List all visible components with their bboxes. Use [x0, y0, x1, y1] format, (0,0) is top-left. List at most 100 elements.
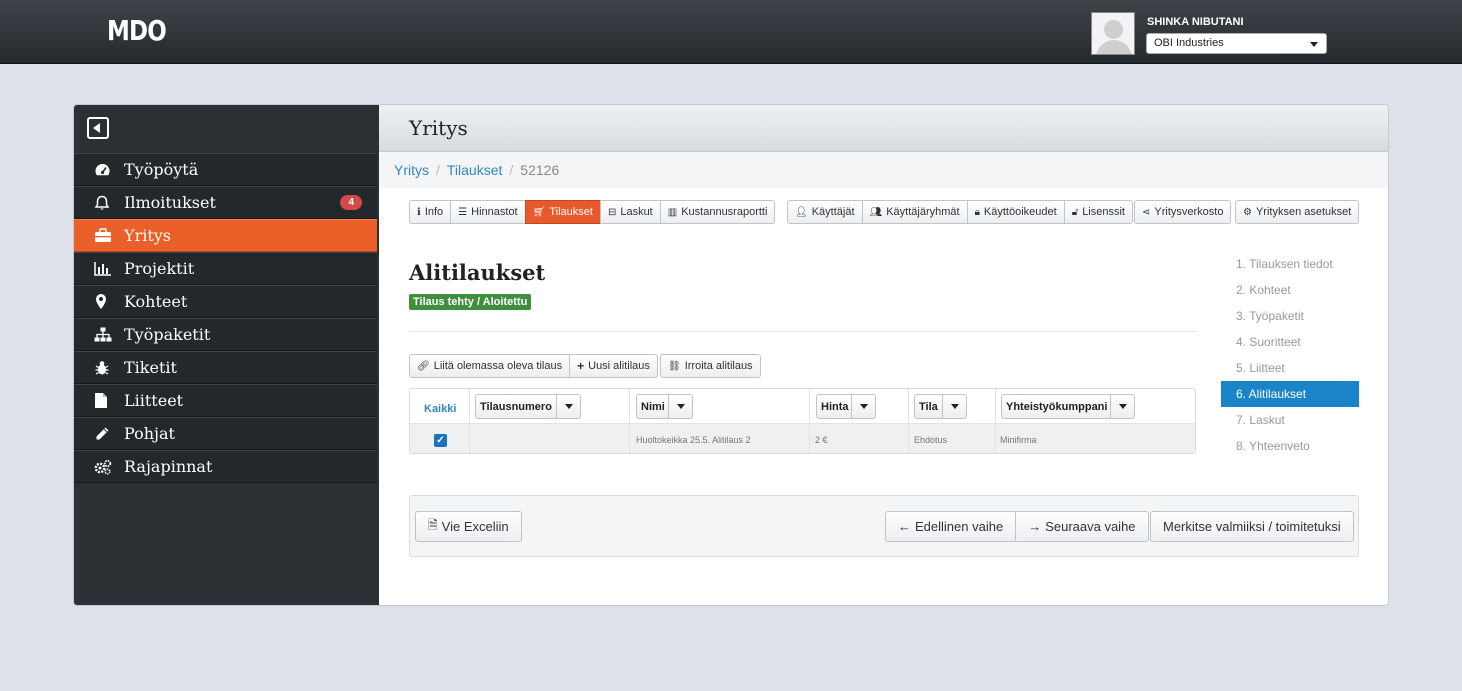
sidebar-item-projektit[interactable]: Projektit	[74, 252, 377, 285]
breadcrumb-link-yritys[interactable]: Yritys	[394, 162, 429, 178]
sidebar-item-liitteet[interactable]: Liitteet	[74, 384, 377, 417]
sidebar-item-label: Ilmoitukset	[124, 193, 216, 212]
step-suoritteet[interactable]: 4. Suoritteet	[1221, 329, 1359, 355]
tab-info[interactable]: ℹ Info	[409, 200, 452, 224]
plus-icon: +	[577, 359, 585, 373]
excel-file-icon: 🗎︎	[428, 518, 438, 532]
sidebar-item-label: Pohjat	[124, 424, 175, 443]
column-divider	[469, 389, 470, 453]
company-select[interactable]: OBI Industries	[1146, 33, 1327, 54]
column-divider	[629, 389, 630, 453]
sidebar-item-label: Työpaketit	[124, 325, 211, 344]
user-avatar[interactable]	[1091, 12, 1135, 55]
column-header-nimi[interactable]: Nimi	[636, 394, 693, 419]
sidebar-item-kohteet[interactable]: Kohteet	[74, 285, 377, 318]
section-title: Alitilaukset	[409, 260, 546, 285]
sidebar-item-rajapinnat[interactable]: Rajapinnat	[74, 450, 377, 483]
link-icon: 🔗︎	[417, 360, 430, 372]
top-bar: MDO SHINKA NIBUTANI OBI Industries	[0, 0, 1462, 64]
step-tyopaketit[interactable]: 3. Työpaketit	[1221, 303, 1359, 329]
export-group: 🗎︎ Vie Exceliin	[415, 511, 522, 542]
lock-icon: 🔒︎	[974, 206, 980, 218]
share-icon: ⋖	[1142, 206, 1151, 218]
cell-nimi: Huoltokeikka 25.5. Alitilaus 2	[636, 435, 751, 445]
tab-kayttooikeudet[interactable]: 🔒︎ Käyttöoikeudet	[966, 200, 1065, 224]
breadcrumb-separator: /	[509, 162, 514, 178]
app-logo[interactable]: MDO	[107, 14, 167, 47]
caret-down-icon[interactable]	[556, 395, 580, 418]
previous-step-button[interactable]: ← Edellinen vaihe	[885, 511, 1017, 542]
breadcrumb-link-tilaukset[interactable]: Tilaukset	[447, 162, 503, 178]
sidebar-item-label: Työpöytä	[124, 160, 199, 179]
row-checkbox[interactable]: ✓	[434, 434, 447, 447]
export-excel-button[interactable]: 🗎︎ Vie Exceliin	[415, 511, 522, 542]
sidebar-item-tyopoyta[interactable]: Työpöytä	[74, 153, 377, 186]
tab-tilaukset[interactable]: 🛒︎ Tilaukset	[524, 200, 601, 224]
detach-suborder-button[interactable]: ⛓ Irroita alitilaus	[660, 354, 761, 378]
caret-down-icon	[1310, 42, 1318, 47]
step-nav-group: ← Edellinen vaihe → Seuraava vaihe	[885, 511, 1149, 542]
company-select-value: OBI Industries	[1154, 37, 1224, 49]
tab-lisenssit[interactable]: 🔓︎ Lisenssit	[1063, 200, 1133, 224]
breadcrumb: Yritys / Tilaukset / 52126	[379, 152, 1388, 188]
file-icon	[94, 392, 124, 409]
step-laskut[interactable]: 7. Laskut	[1221, 407, 1359, 433]
tab-group-network: ⋖ Yritysverkosto	[1134, 200, 1232, 224]
column-header-tila[interactable]: Tila	[914, 394, 967, 419]
table-row[interactable]: ✓ Huoltokeikka 25.5. Alitilaus 2 2 € Ehd…	[410, 424, 1195, 453]
cart-icon: 🛒︎	[532, 206, 546, 218]
tab-kayttajaryhmat[interactable]: 👥︎ Käyttäjäryhmät	[861, 200, 968, 224]
step-tilauksen-tiedot[interactable]: 1. Tilauksen tiedot	[1221, 251, 1359, 277]
mark-complete-button[interactable]: Merkitse valmiiksi / toimitetuksi	[1150, 511, 1354, 542]
attach-existing-button[interactable]: 🔗︎ Liitä olemassa oleva tilaus	[409, 354, 571, 378]
new-suborder-button[interactable]: + Uusi alitilaus	[569, 354, 658, 378]
caret-down-icon[interactable]	[1110, 395, 1134, 418]
list-icon: ☰	[458, 206, 468, 218]
column-header-tilausnumero[interactable]: Tilausnumero	[475, 394, 581, 419]
bar-chart-icon: ▥	[667, 206, 678, 218]
sidebar-item-ilmoitukset[interactable]: Ilmoitukset 4	[74, 186, 377, 219]
wizard-steps: 1. Tilauksen tiedot 2. Kohteet 3. Työpak…	[1221, 251, 1359, 459]
sidebar-collapse-icon[interactable]	[87, 117, 109, 139]
complete-group: Merkitse valmiiksi / toimitetuksi	[1150, 511, 1354, 542]
footer-actions: 🗎︎ Vie Exceliin ← Edellinen vaihe → Seuraav…	[409, 495, 1359, 557]
tab-kayttajat[interactable]: 👤︎ Käyttäjät	[787, 200, 863, 224]
cell-hinta: 2 €	[815, 435, 828, 445]
sitemap-icon	[94, 327, 124, 342]
inbox-icon: ⊟	[607, 206, 617, 218]
sidebar-item-label: Liitteet	[124, 391, 184, 410]
bar-chart-icon	[94, 261, 124, 276]
sidebar-item-tiketit[interactable]: Tiketit	[74, 351, 377, 384]
step-yhteenveto[interactable]: 8. Yhteenveto	[1221, 433, 1359, 459]
sidebar-item-yritys[interactable]: Yritys	[74, 219, 377, 252]
tab-kustannusraportti[interactable]: ▥ Kustannusraportti	[659, 200, 776, 224]
sidebar-item-label: Yritys	[124, 226, 172, 245]
next-step-button[interactable]: → Seuraava vaihe	[1015, 511, 1149, 542]
column-header-hinta[interactable]: Hinta	[816, 394, 876, 419]
tab-hinnastot[interactable]: ☰ Hinnastot	[450, 200, 526, 224]
sidebar-menu: Työpöytä Ilmoitukset 4 Yritys Projektit	[74, 153, 377, 483]
tab-yritysverkosto[interactable]: ⋖ Yritysverkosto	[1134, 200, 1232, 224]
caret-down-icon[interactable]	[668, 395, 692, 418]
map-marker-icon	[94, 293, 124, 310]
breadcrumb-separator: /	[436, 162, 440, 178]
step-liitteet[interactable]: 5. Liitteet	[1221, 355, 1359, 381]
sidebar-item-label: Rajapinnat	[124, 457, 213, 476]
sidebar-item-label: Tiketit	[124, 358, 177, 377]
status-badge: Tilaus tehty / Aloitettu	[409, 294, 532, 310]
table-header: Kaikki Tilausnumero Nimi Hinta Tila Yhte…	[410, 389, 1195, 424]
unlink-icon: ⛓	[668, 360, 681, 372]
step-kohteet[interactable]: 2. Kohteet	[1221, 277, 1359, 303]
tab-group-main: ℹ Info ☰ Hinnastot 🛒︎ Tilaukset ⊟ Laskut ▥ Ku…	[409, 200, 776, 224]
tab-laskut[interactable]: ⊟ Laskut	[599, 200, 661, 224]
main-panel: Työpöytä Ilmoitukset 4 Yritys Projektit	[73, 104, 1389, 606]
sidebar-item-tyopaketit[interactable]: Työpaketit	[74, 318, 377, 351]
sidebar-item-pohjat[interactable]: Pohjat	[74, 417, 377, 450]
select-all-link[interactable]: Kaikki	[424, 403, 456, 415]
caret-down-icon[interactable]	[851, 395, 875, 418]
tab-yrityksen-asetukset[interactable]: ⚙ Yrityksen asetukset	[1235, 200, 1360, 224]
column-header-yhteistyokumppani[interactable]: Yhteistyökumppani	[1001, 394, 1135, 419]
suborders-table: Kaikki Tilausnumero Nimi Hinta Tila Yhte…	[409, 388, 1196, 454]
caret-down-icon[interactable]	[942, 395, 966, 418]
step-alitilaukset[interactable]: 6. Alitilaukset	[1221, 381, 1359, 407]
